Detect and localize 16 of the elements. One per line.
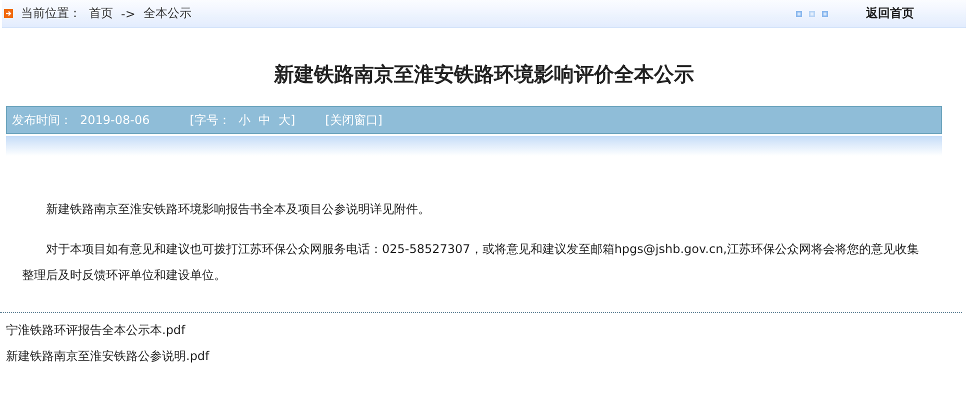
breadcrumb-separator: -> bbox=[121, 6, 136, 20]
bracket-text: ] bbox=[290, 113, 296, 127]
arrow-icon bbox=[4, 9, 13, 18]
home-link[interactable]: 首页 bbox=[89, 5, 113, 22]
attachment-link[interactable]: 宁淮铁路环评报告全本公示本.pdf bbox=[6, 321, 968, 339]
publish-date: 2019-08-06 bbox=[80, 113, 150, 127]
body-paragraph: 新建铁路南京至淮安铁路环境影响报告书全本及项目公参说明详见附件。 bbox=[45, 201, 431, 218]
breadcrumb-current: 全本公示 bbox=[143, 5, 192, 22]
font-size-label: [字号： bbox=[190, 112, 230, 128]
squares-icon bbox=[796, 10, 828, 16]
body-paragraph: 对于本项目如有意见和建议也可拨打江苏环保公众网服务电话：025-58527307，或将意见和建议发至邮箱hpgs@jshb.gov.cn,江苏环保公众网将会将您的意见收集整理后及时反馈环评单位和建设单位。 bbox=[22, 241, 920, 284]
attachment-link[interactable]: 新建铁路南京至淮安铁路公参说明.pdf bbox=[6, 347, 968, 365]
breadcrumb-label: 当前位置： bbox=[21, 5, 81, 22]
publish-date-label: 发布时间： bbox=[12, 112, 72, 128]
back-home-link[interactable]: 返回首页 bbox=[866, 5, 966, 22]
article-title: 新建铁路南京至淮安铁路环境影响评价全本公示 bbox=[272, 61, 695, 88]
